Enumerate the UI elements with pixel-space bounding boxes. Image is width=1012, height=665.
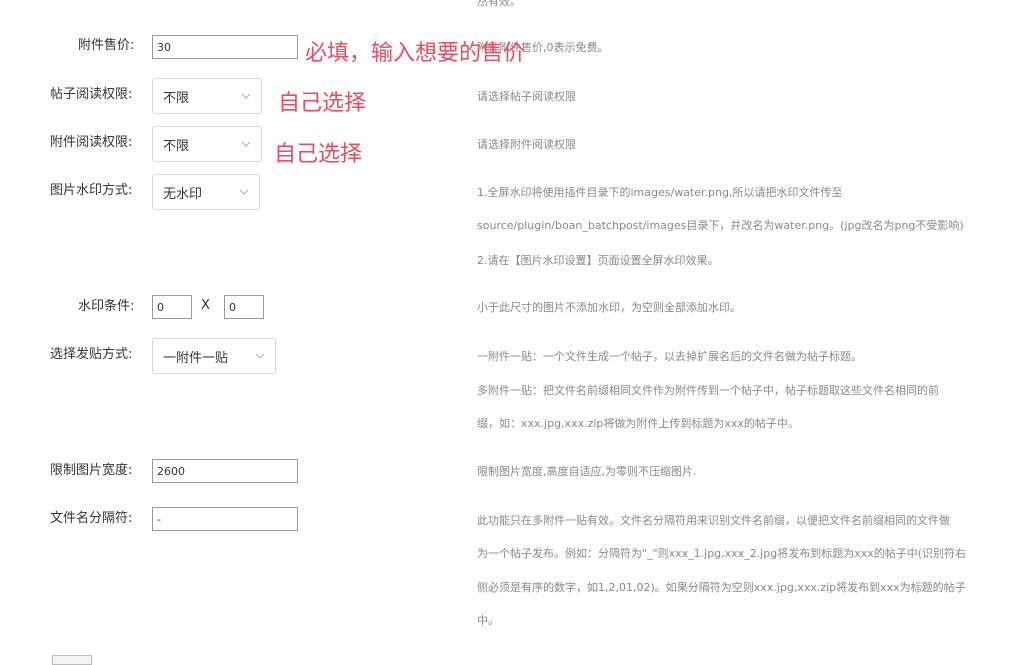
watermark-mode-help-line: 1.全屏水印将使用插件目录下的images/water.png,所以请把水印文件… — [477, 186, 843, 199]
attach-read-annotation: 自己选择 — [274, 142, 363, 167]
watermark-mode-label: 图片水印方式: — [50, 183, 133, 198]
attach-read-help: 请选择附件阅读权限 — [477, 138, 576, 151]
post-mode-help-line: 缀，如：xxx.jpg,xxx.zip将做为附件上传到标题为xxx的帖子中。 — [477, 417, 799, 430]
post-mode-label: 选择发贴方式: — [50, 347, 133, 362]
separator-help-line: 此功能只在多附件一贴有效。文件名分隔符用来识别文件名前缀，以便把文件名前缀相同的… — [477, 514, 950, 527]
dimension-x-label: X — [201, 298, 210, 313]
chevron-down-icon — [241, 141, 251, 147]
post-read-select[interactable]: 不限 — [152, 78, 262, 114]
price-input[interactable] — [152, 35, 298, 59]
attach-read-value: 不限 — [163, 138, 190, 154]
watermark-mode-select[interactable]: 无水印 — [152, 174, 260, 210]
separator-help-line: 中。 — [477, 614, 499, 627]
post-read-label: 帖子阅读权限: — [50, 87, 133, 102]
post-mode-help-line: 多附件一贴：把文件名前缀相同文件作为附件传到一个帖子中，帖子标题取这些文件名相同… — [477, 384, 939, 397]
watermark-height-input[interactable] — [224, 295, 264, 319]
chevron-down-icon — [241, 93, 251, 99]
post-mode-help-line: 一附件一贴：一个文件生成一个帖子，以去掉扩展名后的文件名做为帖子标题。 — [477, 350, 862, 363]
chevron-down-icon — [255, 353, 265, 359]
post-read-help: 请选择帖子阅读权限 — [477, 90, 576, 103]
watermark-mode-help-line: source/plugin/boan_batchpost/images目录下，并… — [477, 219, 964, 232]
price-annotation: 必填，输入想要的售价 — [305, 41, 526, 66]
separator-help-line: 侧必须是有序的数字，如1,2,01,02)。如果分隔符为空则xxx.jpg,xx… — [477, 581, 966, 594]
watermark-mode-value: 无水印 — [163, 186, 203, 202]
attach-read-select[interactable]: 不限 — [152, 126, 262, 162]
watermark-width-input[interactable] — [152, 295, 192, 319]
watermark-mode-help-line: 2.请在【图片水印设置】页面设置全屏水印效果。 — [477, 254, 719, 267]
post-mode-select[interactable]: 一附件一贴 — [152, 338, 276, 374]
chevron-down-icon — [239, 189, 249, 195]
price-label: 附件售价: — [78, 38, 135, 53]
img-width-label: 限制图片宽度: — [50, 463, 133, 478]
img-width-help: 限制图片宽度,高度自适应,为零则不压缩图片. — [477, 465, 697, 478]
img-width-input[interactable] — [152, 459, 298, 483]
submit-button[interactable] — [52, 655, 92, 665]
separator-input[interactable] — [152, 507, 298, 531]
post-read-value: 不限 — [163, 90, 190, 106]
watermark-cond-help: 小于此尺寸的图片不添加水印，为空则全部添加水印。 — [477, 301, 741, 314]
attach-read-label: 附件阅读权限: — [50, 135, 133, 150]
watermark-cond-label: 水印条件: — [78, 299, 135, 314]
post-read-annotation: 自己选择 — [278, 91, 367, 116]
separator-label: 文件名分隔符: — [50, 511, 133, 526]
separator-help-line: 为一个帖子发布。例如：分隔符为"_"则xxx_1.jpg,xxx_2.jpg将发… — [477, 547, 967, 560]
top-help-text: 然有效。 — [477, 0, 521, 8]
post-mode-value: 一附件一贴 — [163, 350, 229, 366]
